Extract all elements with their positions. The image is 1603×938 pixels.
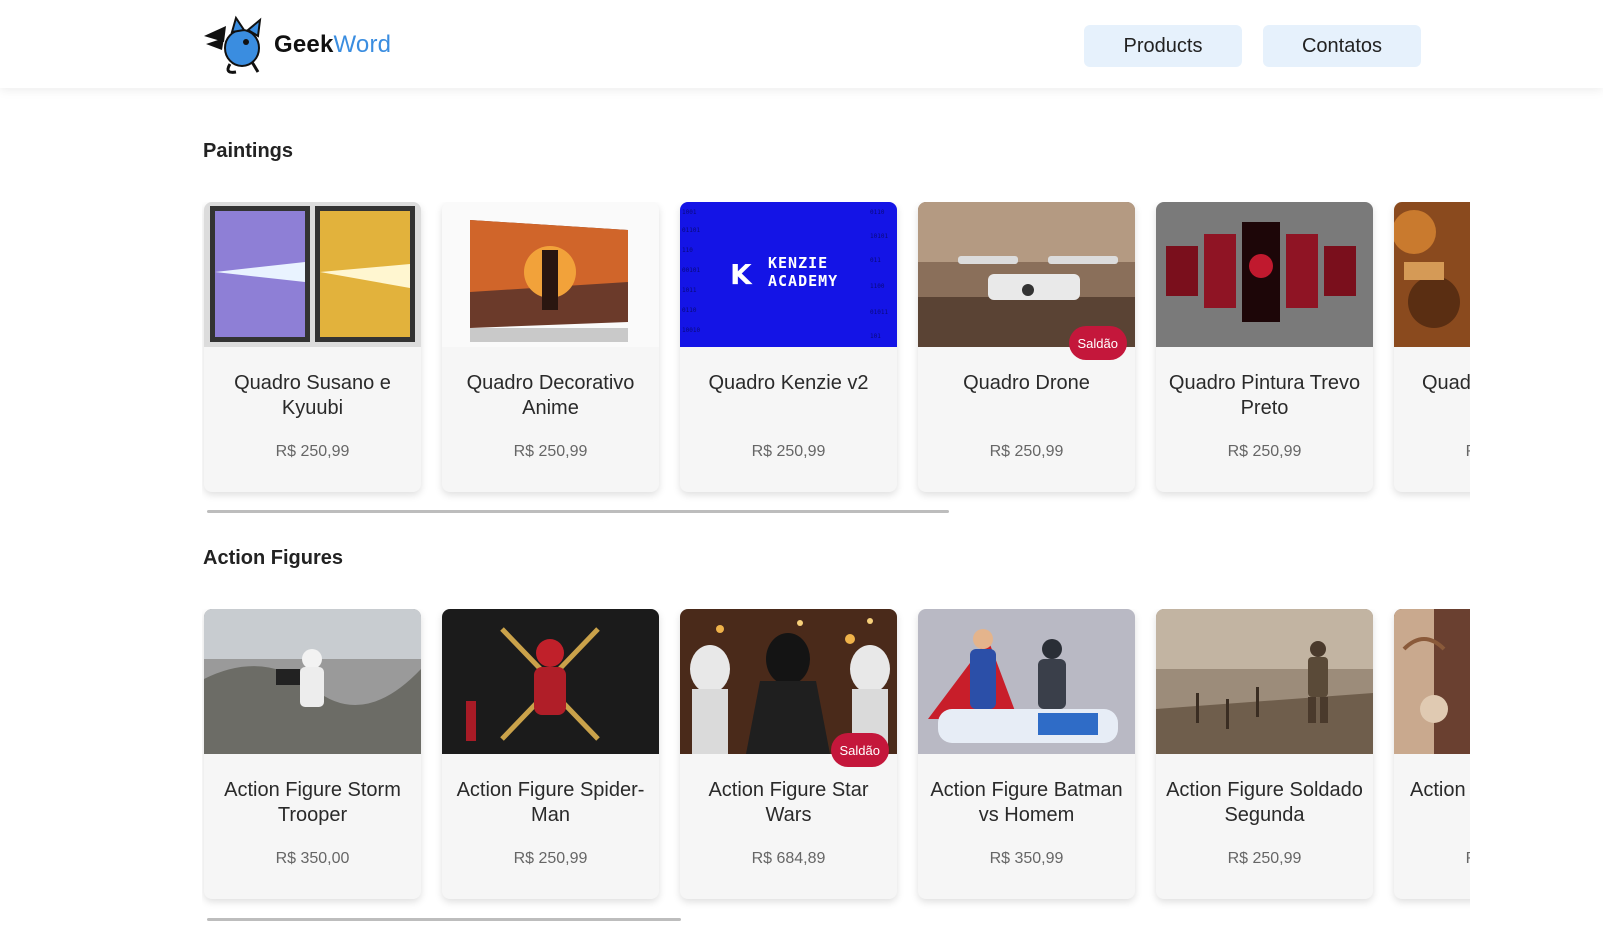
product-title: Action Figure Spider-Man bbox=[456, 779, 645, 826]
product-card[interactable]: Quadro Pintura R$ 250,99 bbox=[1394, 202, 1470, 492]
product-price: R$ 350,00 bbox=[275, 850, 350, 867]
product-image bbox=[442, 609, 659, 754]
site-header: GeekWord Products Contatos bbox=[0, 0, 1603, 88]
product-card[interactable]: 1001 01101 110 00101 1011 0110 10010 0110 101… bbox=[680, 202, 897, 492]
svg-text:01011: 01011 bbox=[870, 309, 888, 316]
image-text-academy: ACADEMY bbox=[768, 272, 839, 290]
product-card[interactable]: Action Figure Spider-Man R$ 250,99 bbox=[442, 609, 659, 899]
product-card[interactable]: Action Figure Soldado Segunda R$ 250,99 bbox=[1156, 609, 1373, 899]
product-price: R$ 250,99 bbox=[989, 443, 1064, 460]
sale-badge: Saldão bbox=[830, 733, 889, 767]
svg-text:1100: 1100 bbox=[870, 283, 885, 290]
svg-text:K: K bbox=[730, 258, 753, 291]
product-title: Action Figure Storm Trooper bbox=[224, 779, 401, 826]
paintings-carousel[interactable]: Quadro Susano e Kyuubi R$ 250,99 Quadro … bbox=[202, 202, 1470, 502]
svg-text:011: 011 bbox=[870, 257, 881, 264]
brand-name-light: Word bbox=[333, 31, 392, 58]
svg-text:01101: 01101 bbox=[682, 227, 700, 234]
product-image bbox=[1156, 202, 1373, 347]
sale-badge: Saldão bbox=[1068, 326, 1127, 360]
svg-text:110: 110 bbox=[682, 247, 693, 254]
product-image bbox=[1394, 202, 1470, 347]
product-card[interactable]: Action Figure R$ 250,99 bbox=[1394, 609, 1470, 899]
product-price: R$ 250,99 bbox=[1227, 443, 1302, 460]
svg-text:1001: 1001 bbox=[682, 209, 697, 216]
product-title: Quadro Decorativo Anime bbox=[466, 372, 635, 419]
product-image: 1001 01101 110 00101 1011 0110 10010 0110 101… bbox=[680, 202, 897, 347]
product-price: R$ 250,99 bbox=[513, 850, 588, 867]
svg-text:101: 101 bbox=[870, 333, 881, 340]
section-title-action-figures: Action Figures bbox=[203, 547, 344, 569]
product-card[interactable]: Action Figure Batman vs Homem R$ 350,99 bbox=[918, 609, 1135, 899]
product-image bbox=[1394, 609, 1470, 754]
product-title: Quadro Drone bbox=[963, 372, 1090, 394]
product-title: Action Figure Batman vs Homem bbox=[930, 779, 1123, 826]
svg-text:0110: 0110 bbox=[870, 209, 885, 216]
product-card[interactable]: Quadro Pintura Trevo Preto R$ 250,99 bbox=[1156, 202, 1373, 492]
product-image bbox=[204, 202, 421, 347]
product-price: R$ 250,99 bbox=[275, 443, 350, 460]
product-title: Quadro Kenzie v2 bbox=[708, 372, 869, 394]
brand-name-bold: Geek bbox=[274, 31, 334, 58]
product-price: R$ 250,99 bbox=[513, 443, 588, 460]
svg-text:0110: 0110 bbox=[682, 307, 697, 314]
product-image bbox=[918, 609, 1135, 754]
nav-products-button[interactable]: Products bbox=[1084, 25, 1242, 67]
product-title: Action Figure Soldado Segunda bbox=[1166, 779, 1363, 826]
product-image bbox=[442, 202, 659, 347]
svg-text:10101: 10101 bbox=[870, 233, 888, 240]
svg-text:00101: 00101 bbox=[682, 267, 700, 274]
product-title: Action Figure Star Wars bbox=[708, 779, 869, 826]
product-price: R$ 350,99 bbox=[989, 850, 1064, 867]
logo[interactable]: GeekWord bbox=[202, 14, 391, 76]
cat-mascot-icon bbox=[204, 15, 262, 74]
product-card[interactable]: Action Figure Storm Trooper R$ 350,00 bbox=[204, 609, 421, 899]
product-title: Quadro Susano e Kyuubi bbox=[234, 372, 391, 419]
product-title: Action Figure bbox=[1410, 779, 1470, 801]
product-card[interactable]: Saldão Action Figure Star Wars R$ 684,89 bbox=[680, 609, 897, 899]
section-title-paintings: Paintings bbox=[203, 140, 294, 162]
product-card[interactable]: Quadro Decorativo Anime R$ 250,99 bbox=[442, 202, 659, 492]
image-text-kenzie: KENZIE bbox=[768, 254, 829, 272]
product-price: R$ 684,89 bbox=[751, 850, 826, 867]
product-image bbox=[204, 609, 421, 754]
product-price: R$ 250,99 bbox=[1394, 850, 1470, 868]
product-price: R$ 250,99 bbox=[1394, 443, 1470, 461]
product-card[interactable]: Quadro Susano e Kyuubi R$ 250,99 bbox=[204, 202, 421, 492]
product-title: Quadro Pintura bbox=[1422, 372, 1470, 394]
product-image bbox=[1156, 609, 1373, 754]
paintings-scrollbar[interactable] bbox=[207, 510, 949, 513]
product-price: R$ 250,99 bbox=[1227, 850, 1302, 867]
product-title: Quadro Pintura Trevo Preto bbox=[1168, 372, 1361, 419]
nav-contacts-button[interactable]: Contatos bbox=[1263, 25, 1421, 67]
svg-text:10010: 10010 bbox=[682, 327, 700, 334]
action-figures-carousel[interactable]: Action Figure Storm Trooper R$ 350,00 Ac… bbox=[202, 609, 1470, 909]
product-card[interactable]: Saldão Quadro Drone R$ 250,99 bbox=[918, 202, 1135, 492]
brand-name: GeekWord bbox=[274, 31, 391, 59]
action-figures-scrollbar[interactable] bbox=[207, 918, 681, 921]
product-price: R$ 250,99 bbox=[751, 443, 826, 460]
svg-text:1011: 1011 bbox=[682, 287, 697, 294]
